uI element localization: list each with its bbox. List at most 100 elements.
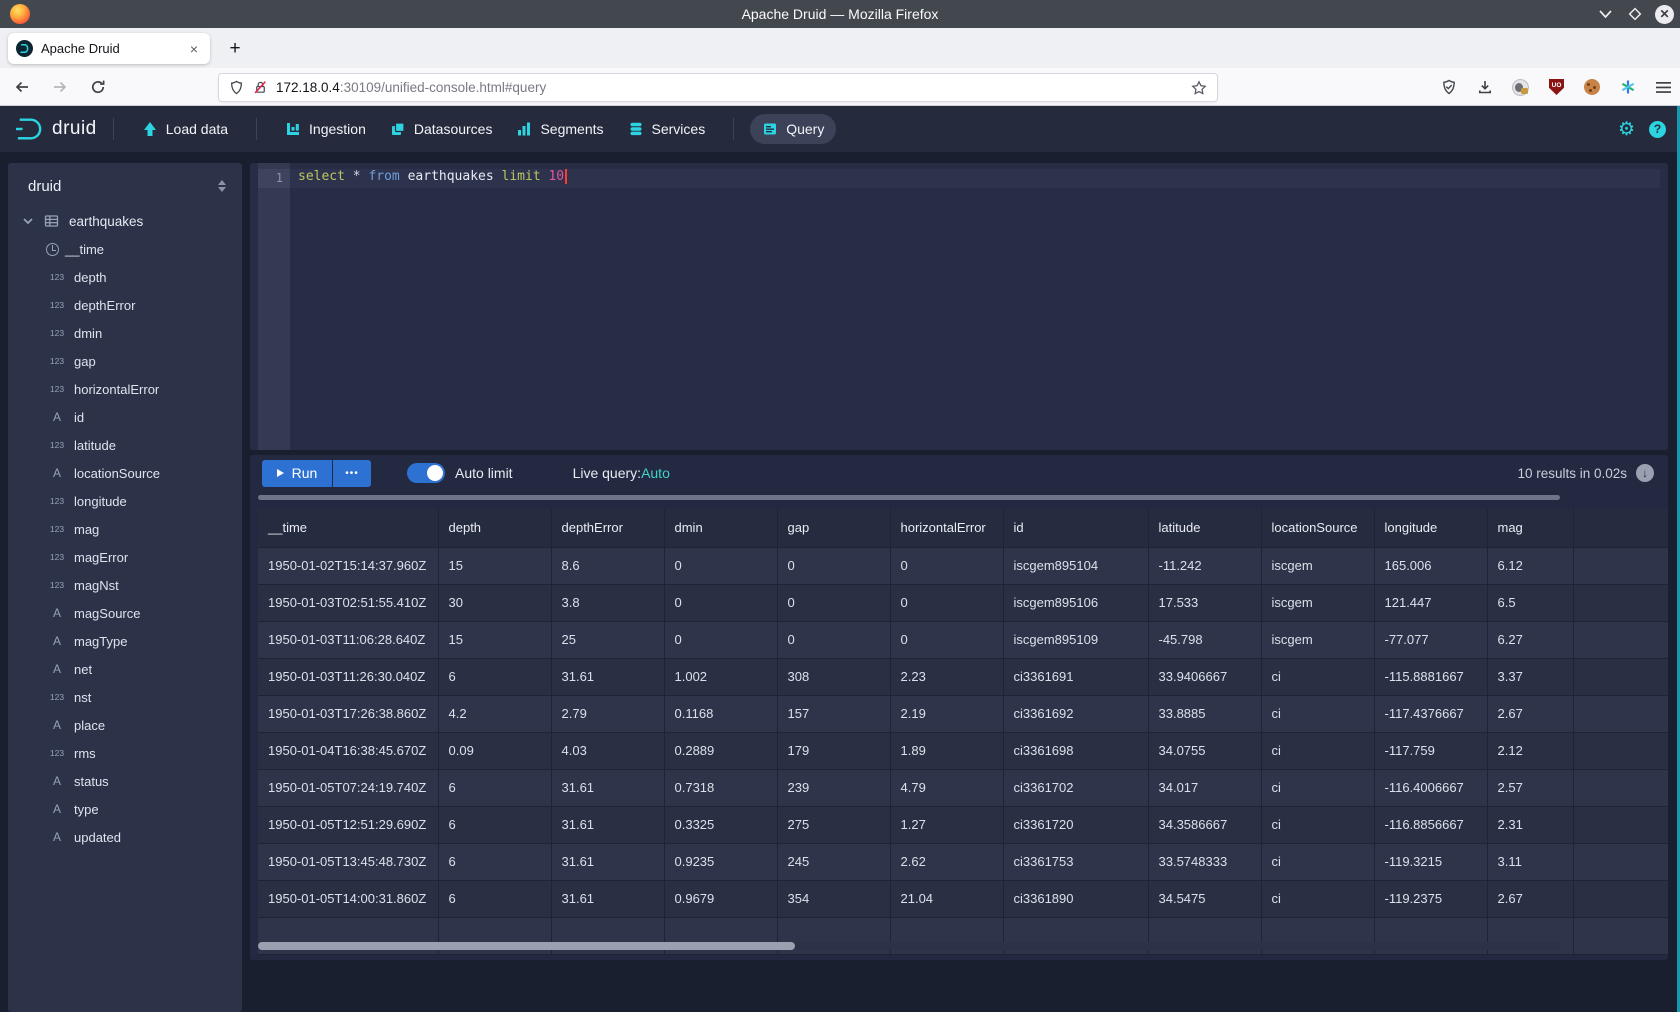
- cell[interactable]: 0.2889: [664, 732, 777, 769]
- cell[interactable]: 4.03: [551, 732, 664, 769]
- cell[interactable]: 1.27: [890, 806, 1003, 843]
- cell[interactable]: 1.002: [664, 658, 777, 695]
- cell[interactable]: 165.006: [1374, 547, 1487, 584]
- sidebar-column-latitude[interactable]: 123latitude: [8, 431, 242, 459]
- cell[interactable]: -117.759: [1374, 732, 1487, 769]
- cell[interactable]: -77.077: [1374, 621, 1487, 658]
- sidebar-column-depthError[interactable]: 123depthError: [8, 291, 242, 319]
- cell[interactable]: 0.09: [438, 732, 551, 769]
- cell[interactable]: 1950-01-05T14:00:31.860Z: [258, 880, 438, 917]
- cell[interactable]: 8.6: [551, 547, 664, 584]
- cell[interactable]: 2.79: [551, 695, 664, 732]
- column-header-depth[interactable]: depth: [438, 509, 551, 547]
- cell[interactable]: -117.4376667: [1374, 695, 1487, 732]
- cell[interactable]: 1.89: [890, 732, 1003, 769]
- schema-selector[interactable]: druid: [8, 163, 242, 199]
- cell[interactable]: ci3361753: [1003, 843, 1148, 880]
- cell[interactable]: 2.31: [1487, 806, 1573, 843]
- column-header-latitude[interactable]: latitude: [1148, 509, 1261, 547]
- cell[interactable]: 308: [777, 658, 890, 695]
- cell[interactable]: 6.27: [1487, 621, 1573, 658]
- cell[interactable]: 0: [890, 584, 1003, 621]
- cell[interactable]: 2.67: [1487, 695, 1573, 732]
- sidebar-column-depth[interactable]: 123depth: [8, 263, 242, 291]
- cell[interactable]: 31.61: [551, 658, 664, 695]
- cell[interactable]: 1950-01-03T02:51:55.410Z: [258, 584, 438, 621]
- minimize-button[interactable]: [1595, 4, 1615, 24]
- cell[interactable]: 6: [438, 658, 551, 695]
- cell[interactable]: 3.8: [551, 584, 664, 621]
- cell[interactable]: 33.9406667: [1148, 658, 1261, 695]
- sidebar-column-updated[interactable]: Aupdated: [8, 823, 242, 851]
- browser-tab-apache-druid[interactable]: Apache Druid ×: [8, 33, 210, 64]
- column-header-__time[interactable]: __time: [258, 509, 438, 547]
- cell[interactable]: 0: [890, 621, 1003, 658]
- cell[interactable]: 157: [777, 695, 890, 732]
- cell[interactable]: ci: [1261, 880, 1374, 917]
- cell[interactable]: ci3361691: [1003, 658, 1148, 695]
- cell[interactable]: 4.79: [890, 769, 1003, 806]
- sidebar-column-type[interactable]: Atype: [8, 795, 242, 823]
- cell[interactable]: 2.57: [1487, 769, 1573, 806]
- cell[interactable]: 3.37: [1487, 658, 1573, 695]
- live-query-value[interactable]: Auto: [641, 465, 670, 481]
- cookie-icon[interactable]: [1584, 79, 1600, 95]
- cell[interactable]: 0.1168: [664, 695, 777, 732]
- cell[interactable]: 1950-01-02T15:14:37.960Z: [258, 547, 438, 584]
- insecure-lock-icon[interactable]: [253, 80, 268, 95]
- column-header-horizontalError[interactable]: horizontalError: [890, 509, 1003, 547]
- cell[interactable]: 6: [438, 806, 551, 843]
- run-more-button[interactable]: •••: [333, 460, 371, 487]
- cell[interactable]: 33.8885: [1148, 695, 1261, 732]
- cell[interactable]: 2.62: [890, 843, 1003, 880]
- cell[interactable]: 0: [777, 584, 890, 621]
- cell[interactable]: 1950-01-03T11:06:28.640Z: [258, 621, 438, 658]
- cell[interactable]: -119.2375: [1374, 880, 1487, 917]
- cell[interactable]: ci: [1261, 769, 1374, 806]
- cell[interactable]: -11.242: [1148, 547, 1261, 584]
- nav-item-datasources[interactable]: Datasources: [378, 114, 505, 144]
- sidebar-column-net[interactable]: Anet: [8, 655, 242, 683]
- cell[interactable]: 0.9235: [664, 843, 777, 880]
- cell[interactable]: 121.447: [1374, 584, 1487, 621]
- sidebar-column-place[interactable]: Aplace: [8, 711, 242, 739]
- sidebar-column-id[interactable]: Aid: [8, 403, 242, 431]
- cell[interactable]: ci3361890: [1003, 880, 1148, 917]
- cell[interactable]: ci3361692: [1003, 695, 1148, 732]
- cell[interactable]: 2.12: [1487, 732, 1573, 769]
- cell[interactable]: 1950-01-05T12:51:29.690Z: [258, 806, 438, 843]
- cell[interactable]: 1950-01-05T13:45:48.730Z: [258, 843, 438, 880]
- cell[interactable]: 31.61: [551, 880, 664, 917]
- cell[interactable]: 0: [664, 584, 777, 621]
- column-header-longitude[interactable]: longitude: [1374, 509, 1487, 547]
- nav-item-segments[interactable]: Segments: [504, 114, 615, 144]
- sidebar-column-magType[interactable]: AmagType: [8, 627, 242, 655]
- cell[interactable]: 6: [438, 880, 551, 917]
- tab-close-icon[interactable]: ×: [186, 41, 202, 57]
- cell[interactable]: ci: [1261, 806, 1374, 843]
- cell[interactable]: 0: [777, 621, 890, 658]
- cell[interactable]: 0: [664, 621, 777, 658]
- shield-check-icon[interactable]: [1440, 79, 1457, 96]
- column-header-dmin[interactable]: dmin: [664, 509, 777, 547]
- ublock-origin-icon[interactable]: UO: [1548, 79, 1565, 96]
- sidebar-column-rms[interactable]: 123rms: [8, 739, 242, 767]
- nav-item-query[interactable]: Query: [750, 114, 836, 144]
- cell[interactable]: iscgem895109: [1003, 621, 1148, 658]
- sidebar-column-nst[interactable]: 123nst: [8, 683, 242, 711]
- menu-icon[interactable]: [1655, 79, 1672, 96]
- cell[interactable]: 0: [777, 547, 890, 584]
- sidebar-column-locationSource[interactable]: AlocationSource: [8, 459, 242, 487]
- maximize-button[interactable]: [1625, 4, 1645, 24]
- sidebar-column-__time[interactable]: __time: [8, 235, 242, 263]
- cell[interactable]: ci3361698: [1003, 732, 1148, 769]
- cell[interactable]: 15: [438, 547, 551, 584]
- cell[interactable]: 2.23: [890, 658, 1003, 695]
- cell[interactable]: 6.5: [1487, 584, 1573, 621]
- tracking-protection-shield-icon[interactable]: [229, 80, 244, 95]
- bookmark-star-icon[interactable]: [1191, 80, 1207, 96]
- cell[interactable]: 275: [777, 806, 890, 843]
- cell[interactable]: 21.04: [890, 880, 1003, 917]
- cell[interactable]: 0: [664, 547, 777, 584]
- auto-limit-toggle[interactable]: [407, 463, 445, 483]
